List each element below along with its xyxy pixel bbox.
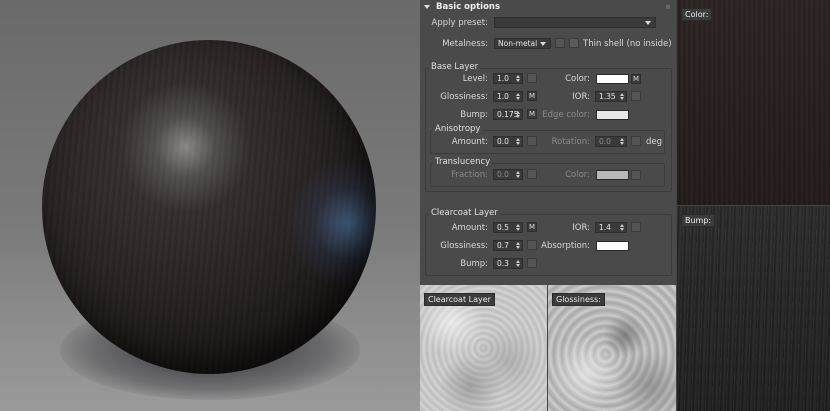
base-color-label: Color: <box>565 74 590 84</box>
edge-color-swatch[interactable] <box>596 110 629 120</box>
absorption-swatch[interactable] <box>596 241 629 251</box>
anisotropy-title: Anisotropy <box>433 124 483 134</box>
anisotropy-amount-spinner[interactable]: 0.0 <box>493 136 523 147</box>
glossiness-map-button[interactable]: M <box>527 91 537 101</box>
fraction-spinner[interactable]: 0.0 <box>493 169 523 180</box>
clearcoat-bump-map-button[interactable] <box>527 258 537 268</box>
render-viewport <box>0 0 420 411</box>
rollout-header[interactable]: Basic options <box>422 1 674 13</box>
chevron-down-icon <box>645 21 651 25</box>
spinner-arrows-icon[interactable] <box>620 224 624 231</box>
absorption-label: Absorption: <box>541 241 590 251</box>
translucency-color-swatch[interactable] <box>596 170 629 180</box>
clearcoat-texture-thumbnail: Clearcoat Layer <box>420 285 547 411</box>
spinner-arrows-icon[interactable] <box>516 138 520 145</box>
spinner-arrows-icon[interactable] <box>516 93 520 100</box>
spinner-arrows-icon[interactable] <box>620 93 624 100</box>
translucency-title: Translucency <box>433 157 493 167</box>
translucency-color-map-button[interactable] <box>631 170 641 180</box>
clearcoat-glossiness-map-button[interactable] <box>527 240 537 250</box>
anisotropy-amount-map-button[interactable] <box>527 136 537 146</box>
metalness-label: Metalness: <box>442 39 488 49</box>
metalness-map-button[interactable] <box>555 38 565 48</box>
glossiness-label: Glossiness: <box>440 92 488 102</box>
glossiness-spinner[interactable]: 1.0 <box>493 91 523 102</box>
ior-spinner[interactable]: 1.35 <box>595 91 627 102</box>
fraction-map-button[interactable] <box>527 169 537 179</box>
fraction-label: Fraction: <box>451 170 488 180</box>
clearcoat-ior-map-button[interactable] <box>631 222 641 232</box>
rollout-title: Basic options <box>436 2 501 12</box>
anisotropy-amount-label: Amount: <box>451 137 488 147</box>
spinner-arrows-icon[interactable] <box>516 242 520 249</box>
ior-label: IOR: <box>572 92 590 102</box>
bump-map-button[interactable]: M <box>527 109 537 119</box>
thin-shell-checkbox[interactable] <box>569 38 579 48</box>
glossiness-texture-label: Glossiness: <box>552 293 605 306</box>
base-layer-title: Base Layer <box>429 62 481 72</box>
clearcoat-amount-map-button[interactable]: M <box>527 222 537 232</box>
glossiness-texture-thumbnail: Glossiness: <box>548 285 676 411</box>
color-texture-label: Color: <box>681 8 713 21</box>
rotation-map-button[interactable] <box>631 136 641 146</box>
bump-texture-label: Bump: <box>681 214 716 227</box>
rollout-grip-icon <box>666 5 670 9</box>
collapse-triangle-icon[interactable] <box>424 5 430 9</box>
spinner-arrows-icon[interactable] <box>620 138 624 145</box>
clearcoat-bump-label: Bump: <box>460 259 488 269</box>
material-preview-sphere <box>42 40 376 374</box>
edge-color-label: Edge color: <box>542 110 590 120</box>
clearcoat-ior-spinner[interactable]: 1.4 <box>595 222 627 233</box>
clearcoat-bump-spinner[interactable]: 0.3 <box>493 258 523 269</box>
clearcoat-glossiness-label: Glossiness: <box>440 241 488 251</box>
metalness-dropdown[interactable]: Non-metal <box>494 38 551 49</box>
spinner-arrows-icon[interactable] <box>516 75 520 82</box>
bump-spinner[interactable]: 0.175 <box>493 109 523 120</box>
clearcoat-amount-label: Amount: <box>451 223 488 233</box>
level-label: Level: <box>462 74 488 84</box>
thin-shell-label: Thin shell (no inside) <box>583 39 672 49</box>
apply-preset-dropdown[interactable] <box>494 17 656 28</box>
bump-label: Bump: <box>460 110 488 120</box>
spinner-arrows-icon[interactable] <box>516 260 520 267</box>
spinner-arrows-icon[interactable] <box>516 111 520 118</box>
rotation-unit-label: deg <box>646 137 663 147</box>
clearcoat-ior-label: IOR: <box>572 223 590 233</box>
translucency-color-label: Color: <box>565 170 590 180</box>
ior-map-button[interactable] <box>631 91 641 101</box>
rotation-spinner[interactable]: 0.0 <box>595 136 627 147</box>
bump-texture-thumbnail: Bump: <box>677 206 830 411</box>
spinner-arrows-icon[interactable] <box>516 171 520 178</box>
clearcoat-texture-label: Clearcoat Layer <box>424 293 495 306</box>
level-map-button[interactable] <box>527 73 537 83</box>
base-color-map-button[interactable]: M <box>631 74 641 84</box>
material-parameters-panel: Basic options Apply preset: Metalness: N… <box>420 0 676 285</box>
rotation-label: Rotation: <box>551 137 590 147</box>
base-color-swatch[interactable] <box>596 74 629 84</box>
apply-preset-label: Apply preset: <box>431 18 489 28</box>
spinner-arrows-icon[interactable] <box>516 224 520 231</box>
clearcoat-layer-title: Clearcoat Layer <box>429 208 500 218</box>
chevron-down-icon <box>540 42 546 46</box>
color-texture-thumbnail: Color: <box>677 0 830 205</box>
level-spinner[interactable]: 1.0 <box>493 73 523 84</box>
clearcoat-glossiness-spinner[interactable]: 0.7 <box>493 240 523 251</box>
clearcoat-amount-spinner[interactable]: 0.5 <box>493 222 523 233</box>
